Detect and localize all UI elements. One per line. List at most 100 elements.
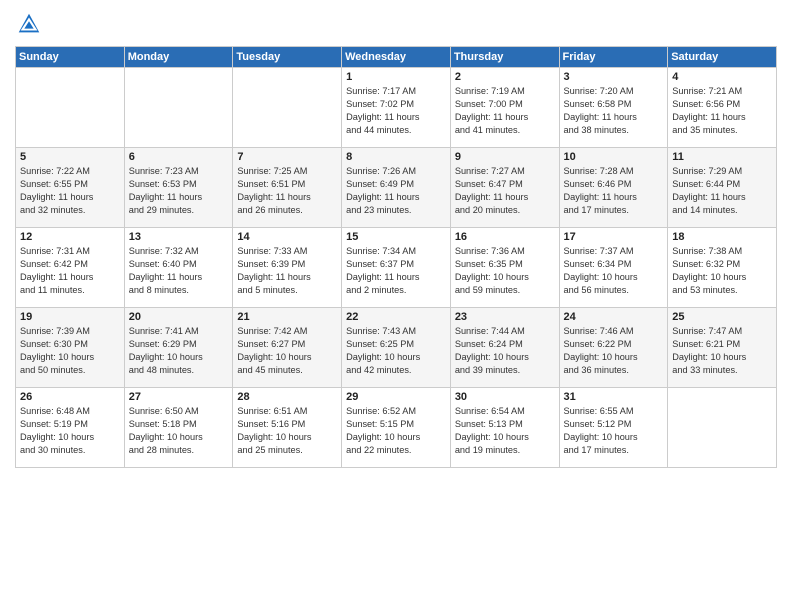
day-number: 8	[346, 151, 446, 163]
day-number: 20	[129, 311, 229, 323]
day-info: Sunrise: 7:36 AM Sunset: 6:35 PM Dayligh…	[455, 245, 555, 297]
day-info: Sunrise: 7:37 AM Sunset: 6:34 PM Dayligh…	[564, 245, 664, 297]
calendar-header-sunday: Sunday	[16, 47, 125, 68]
day-number: 23	[455, 311, 555, 323]
calendar-cell: 20Sunrise: 7:41 AM Sunset: 6:29 PM Dayli…	[124, 308, 233, 388]
day-info: Sunrise: 7:46 AM Sunset: 6:22 PM Dayligh…	[564, 325, 664, 377]
day-info: Sunrise: 7:29 AM Sunset: 6:44 PM Dayligh…	[672, 165, 772, 217]
day-info: Sunrise: 7:44 AM Sunset: 6:24 PM Dayligh…	[455, 325, 555, 377]
calendar-header-row: SundayMondayTuesdayWednesdayThursdayFrid…	[16, 47, 777, 68]
day-number: 29	[346, 391, 446, 403]
header	[15, 10, 777, 38]
day-number: 4	[672, 71, 772, 83]
day-number: 22	[346, 311, 446, 323]
calendar-week-3: 12Sunrise: 7:31 AM Sunset: 6:42 PM Dayli…	[16, 228, 777, 308]
calendar-cell: 12Sunrise: 7:31 AM Sunset: 6:42 PM Dayli…	[16, 228, 125, 308]
calendar-header-thursday: Thursday	[450, 47, 559, 68]
day-info: Sunrise: 7:32 AM Sunset: 6:40 PM Dayligh…	[129, 245, 229, 297]
calendar-cell: 19Sunrise: 7:39 AM Sunset: 6:30 PM Dayli…	[16, 308, 125, 388]
calendar: SundayMondayTuesdayWednesdayThursdayFrid…	[15, 46, 777, 468]
calendar-header-tuesday: Tuesday	[233, 47, 342, 68]
day-info: Sunrise: 7:22 AM Sunset: 6:55 PM Dayligh…	[20, 165, 120, 217]
day-info: Sunrise: 7:25 AM Sunset: 6:51 PM Dayligh…	[237, 165, 337, 217]
calendar-cell: 21 Sunrise: 7:42 AM Sunset: 6:27 PM Dayli…	[233, 308, 342, 388]
day-info: Sunrise: 7:38 AM Sunset: 6:32 PM Dayligh…	[672, 245, 772, 297]
calendar-cell: 14Sunrise: 7:33 AM Sunset: 6:39 PM Dayli…	[233, 228, 342, 308]
day-number: 25	[672, 311, 772, 323]
calendar-cell: 16Sunrise: 7:36 AM Sunset: 6:35 PM Dayli…	[450, 228, 559, 308]
day-info: Sunrise: 7:42 AM Sunset: 6:27 PM Dayligh…	[237, 325, 337, 377]
day-info: Sunrise: 6:55 AM Sunset: 5:12 PM Dayligh…	[564, 405, 664, 457]
calendar-header-monday: Monday	[124, 47, 233, 68]
day-number: 3	[564, 71, 664, 83]
day-info: Sunrise: 6:51 AM Sunset: 5:16 PM Dayligh…	[237, 405, 337, 457]
day-info: Sunrise: 7:23 AM Sunset: 6:53 PM Dayligh…	[129, 165, 229, 217]
calendar-cell	[233, 68, 342, 148]
day-number: 27	[129, 391, 229, 403]
calendar-header-friday: Friday	[559, 47, 668, 68]
calendar-week-2: 5 Sunrise: 7:22 AM Sunset: 6:55 PM Daylig…	[16, 148, 777, 228]
day-number: 17	[564, 231, 664, 243]
day-info: Sunrise: 6:52 AM Sunset: 5:15 PM Dayligh…	[346, 405, 446, 457]
day-info: Sunrise: 7:17 AM Sunset: 7:02 PM Dayligh…	[346, 85, 446, 137]
day-number: 7	[237, 151, 337, 163]
day-info: Sunrise: 7:19 AM Sunset: 7:00 PM Dayligh…	[455, 85, 555, 137]
day-number: 2	[455, 71, 555, 83]
day-number: 21	[237, 311, 337, 323]
day-number: 18	[672, 231, 772, 243]
day-number: 13	[129, 231, 229, 243]
calendar-cell: 2 Sunrise: 7:19 AM Sunset: 7:00 PM Daylig…	[450, 68, 559, 148]
calendar-cell: 17 Sunrise: 7:37 AM Sunset: 6:34 PM Dayli…	[559, 228, 668, 308]
logo	[15, 10, 46, 38]
calendar-cell: 31 Sunrise: 6:55 AM Sunset: 5:12 PM Dayli…	[559, 388, 668, 468]
calendar-cell: 23 Sunrise: 7:44 AM Sunset: 6:24 PM Dayli…	[450, 308, 559, 388]
day-info: Sunrise: 7:31 AM Sunset: 6:42 PM Dayligh…	[20, 245, 120, 297]
calendar-week-4: 19Sunrise: 7:39 AM Sunset: 6:30 PM Dayli…	[16, 308, 777, 388]
day-info: Sunrise: 6:50 AM Sunset: 5:18 PM Dayligh…	[129, 405, 229, 457]
calendar-cell: 15Sunrise: 7:34 AM Sunset: 6:37 PM Dayli…	[342, 228, 451, 308]
day-info: Sunrise: 6:54 AM Sunset: 5:13 PM Dayligh…	[455, 405, 555, 457]
calendar-cell	[16, 68, 125, 148]
page: SundayMondayTuesdayWednesdayThursdayFrid…	[0, 0, 792, 612]
day-info: Sunrise: 6:48 AM Sunset: 5:19 PM Dayligh…	[20, 405, 120, 457]
calendar-cell: 4 Sunrise: 7:21 AM Sunset: 6:56 PM Daylig…	[668, 68, 777, 148]
calendar-cell: 9Sunrise: 7:27 AM Sunset: 6:47 PM Daylig…	[450, 148, 559, 228]
calendar-cell: 25Sunrise: 7:47 AM Sunset: 6:21 PM Dayli…	[668, 308, 777, 388]
day-number: 10	[564, 151, 664, 163]
calendar-week-1: 1 Sunrise: 7:17 AM Sunset: 7:02 PM Daylig…	[16, 68, 777, 148]
day-info: Sunrise: 7:20 AM Sunset: 6:58 PM Dayligh…	[564, 85, 664, 137]
day-info: Sunrise: 7:21 AM Sunset: 6:56 PM Dayligh…	[672, 85, 772, 137]
calendar-cell: 1 Sunrise: 7:17 AM Sunset: 7:02 PM Daylig…	[342, 68, 451, 148]
day-info: Sunrise: 7:28 AM Sunset: 6:46 PM Dayligh…	[564, 165, 664, 217]
calendar-cell: 13 Sunrise: 7:32 AM Sunset: 6:40 PM Dayli…	[124, 228, 233, 308]
calendar-cell: 26 Sunrise: 6:48 AM Sunset: 5:19 PM Dayli…	[16, 388, 125, 468]
logo-icon	[15, 10, 43, 38]
day-info: Sunrise: 7:33 AM Sunset: 6:39 PM Dayligh…	[237, 245, 337, 297]
calendar-cell: 10 Sunrise: 7:28 AM Sunset: 6:46 PM Dayli…	[559, 148, 668, 228]
day-number: 26	[20, 391, 120, 403]
calendar-cell: 29 Sunrise: 6:52 AM Sunset: 5:15 PM Dayli…	[342, 388, 451, 468]
calendar-header-saturday: Saturday	[668, 47, 777, 68]
calendar-cell: 24 Sunrise: 7:46 AM Sunset: 6:22 PM Dayli…	[559, 308, 668, 388]
calendar-cell: 30 Sunrise: 6:54 AM Sunset: 5:13 PM Dayli…	[450, 388, 559, 468]
calendar-cell: 27 Sunrise: 6:50 AM Sunset: 5:18 PM Dayli…	[124, 388, 233, 468]
day-number: 5	[20, 151, 120, 163]
day-number: 30	[455, 391, 555, 403]
day-number: 28	[237, 391, 337, 403]
day-info: Sunrise: 7:39 AM Sunset: 6:30 PM Dayligh…	[20, 325, 120, 377]
calendar-cell: 7 Sunrise: 7:25 AM Sunset: 6:51 PM Daylig…	[233, 148, 342, 228]
day-number: 31	[564, 391, 664, 403]
day-number: 24	[564, 311, 664, 323]
calendar-cell	[668, 388, 777, 468]
calendar-week-5: 26 Sunrise: 6:48 AM Sunset: 5:19 PM Dayli…	[16, 388, 777, 468]
calendar-cell	[124, 68, 233, 148]
day-info: Sunrise: 7:27 AM Sunset: 6:47 PM Dayligh…	[455, 165, 555, 217]
calendar-cell: 11Sunrise: 7:29 AM Sunset: 6:44 PM Dayli…	[668, 148, 777, 228]
day-info: Sunrise: 7:43 AM Sunset: 6:25 PM Dayligh…	[346, 325, 446, 377]
calendar-cell: 5 Sunrise: 7:22 AM Sunset: 6:55 PM Daylig…	[16, 148, 125, 228]
calendar-cell: 22 Sunrise: 7:43 AM Sunset: 6:25 PM Dayli…	[342, 308, 451, 388]
calendar-cell: 3 Sunrise: 7:20 AM Sunset: 6:58 PM Daylig…	[559, 68, 668, 148]
calendar-cell: 18 Sunrise: 7:38 AM Sunset: 6:32 PM Dayli…	[668, 228, 777, 308]
day-number: 1	[346, 71, 446, 83]
calendar-cell: 6Sunrise: 7:23 AM Sunset: 6:53 PM Daylig…	[124, 148, 233, 228]
